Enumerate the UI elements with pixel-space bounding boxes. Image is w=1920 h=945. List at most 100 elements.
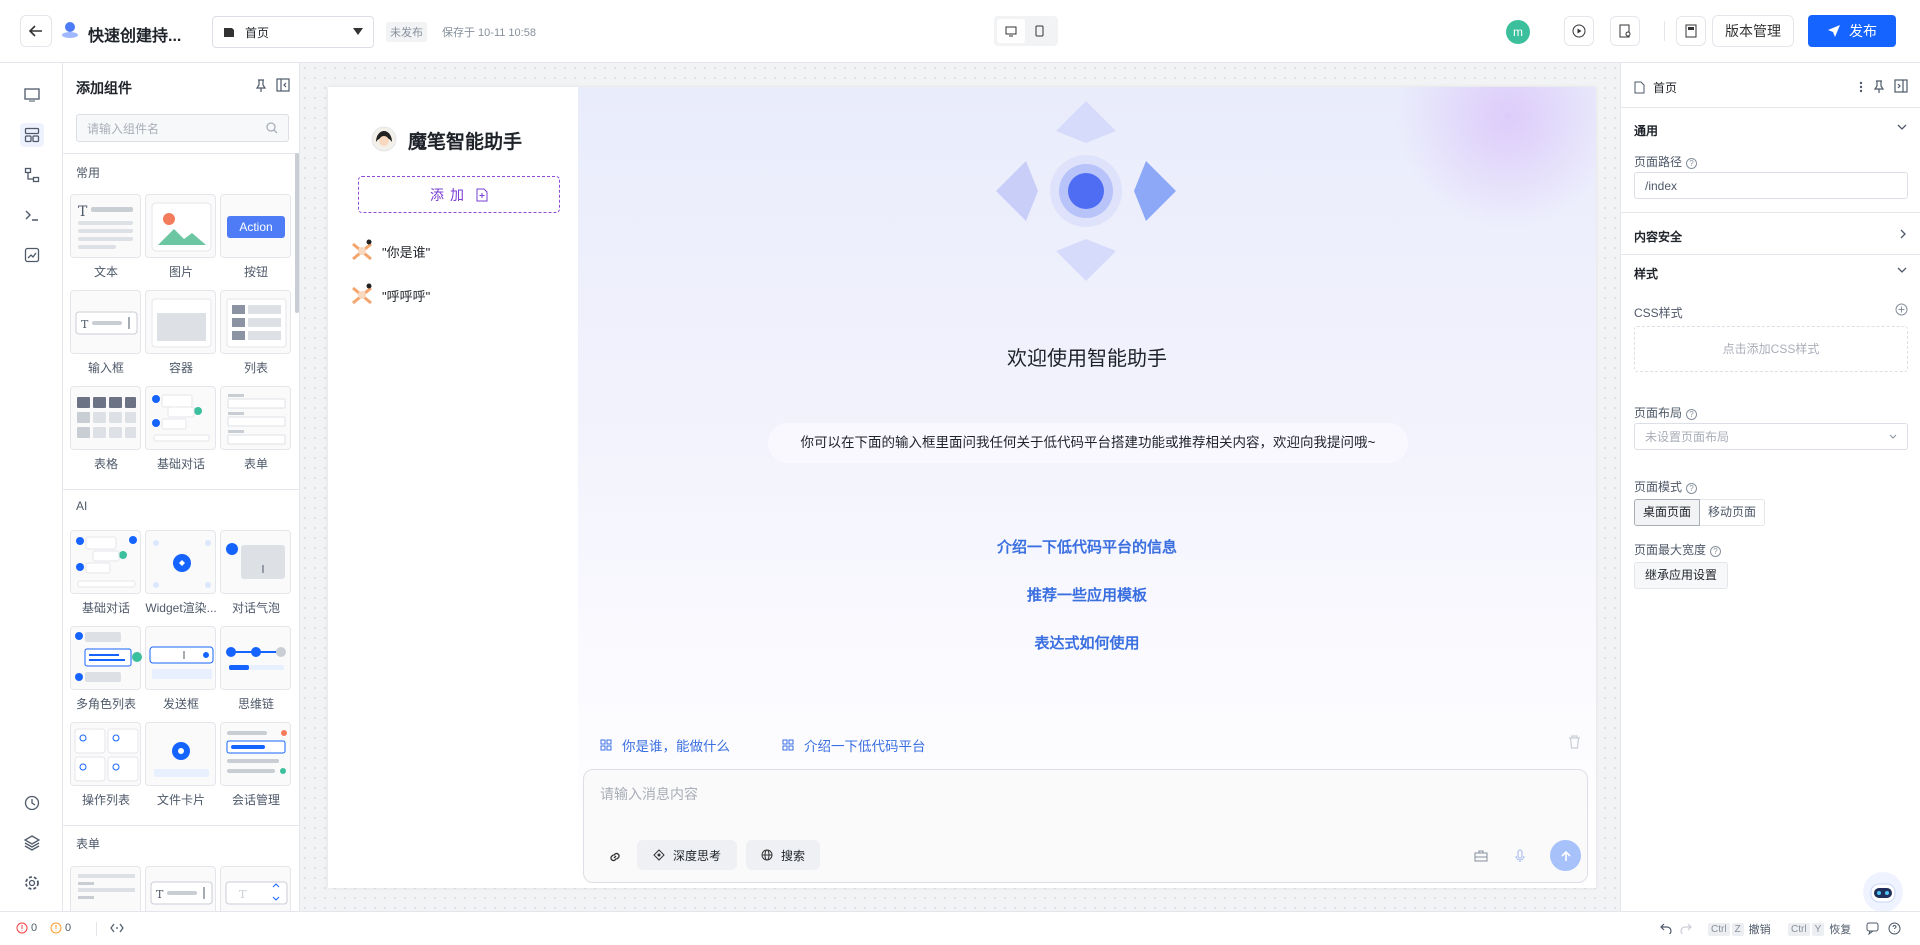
section-style[interactable]: 样式 (1634, 265, 1658, 282)
mobile-view-button[interactable] (1025, 19, 1053, 43)
component-card-table[interactable] (70, 386, 141, 450)
help-circle-icon[interactable] (1888, 922, 1901, 935)
suggestion-link[interactable]: 介绍一下低代码平台的信息 (578, 536, 1596, 557)
message-input[interactable]: 请输入消息内容 (600, 784, 1560, 804)
component-search[interactable]: 请输入组件名 (76, 114, 289, 142)
suggestion-link[interactable]: 表达式如何使用 (578, 632, 1596, 653)
component-card-action-list[interactable] (70, 722, 141, 786)
tree-icon[interactable] (20, 163, 44, 187)
component-card-form-list[interactable] (70, 866, 141, 911)
redo-icon[interactable] (1680, 923, 1692, 934)
component-label: 会话管理 (231, 793, 280, 807)
publish-button[interactable]: 发布 (1808, 15, 1896, 47)
undo-shortcut[interactable]: Ctrl Z 撤销 (1708, 921, 1771, 937)
microphone-icon[interactable] (1514, 849, 1526, 863)
more-icon[interactable] (1859, 81, 1863, 93)
component-card-ai-basic-chat[interactable] (70, 530, 141, 594)
page-path-input[interactable]: /index (1634, 172, 1908, 199)
component-card-multi-role-list[interactable] (70, 626, 142, 690)
log-button[interactable] (1610, 16, 1640, 46)
component-card-input[interactable]: T (70, 290, 141, 354)
history-icon[interactable] (20, 791, 44, 815)
add-css-area[interactable]: 点击添加CSS样式 (1634, 326, 1908, 372)
component-search-input[interactable]: 请输入组件名 (87, 120, 266, 137)
add-circle-icon[interactable] (1895, 303, 1908, 316)
help-icon[interactable]: ? (1686, 483, 1698, 494)
component-card-widget-render[interactable] (145, 530, 216, 594)
settings-icon[interactable] (20, 871, 44, 895)
preview-button[interactable] (1564, 16, 1594, 46)
send-message-button[interactable] (1550, 840, 1581, 871)
component-card-chat-bubble[interactable] (220, 530, 291, 594)
page-select[interactable]: 首页 (212, 16, 374, 48)
mode-desktop-option[interactable]: 桌面页面 (1634, 499, 1701, 526)
image-component-icon (151, 202, 212, 252)
save-button[interactable] (1676, 16, 1706, 46)
conversation-item[interactable]: "你是谁" (350, 239, 430, 263)
pages-icon[interactable] (20, 83, 44, 107)
section-general[interactable]: 通用 (1634, 122, 1658, 139)
welcome-title: 欢迎使用智能助手 (1007, 348, 1167, 370)
layers-icon[interactable] (20, 831, 44, 855)
quick-prompt-label: 你是谁，能做什么 (622, 739, 730, 754)
components-icon[interactable] (20, 123, 44, 147)
section-content-security[interactable]: 内容安全 (1634, 228, 1682, 245)
component-label: 思维链 (237, 697, 274, 711)
version-button[interactable]: 版本管理 (1712, 15, 1794, 47)
chevron-right-icon[interactable] (1900, 229, 1907, 239)
component-label: 对话气泡 (231, 601, 280, 615)
deep-think-button[interactable]: 深度思考 (637, 840, 737, 870)
help-icon[interactable]: ? (1710, 546, 1722, 557)
help-icon[interactable]: ? (1686, 158, 1698, 169)
pin-icon[interactable] (255, 79, 267, 93)
component-card-file-card[interactable] (145, 722, 216, 786)
attach-icon[interactable] (608, 850, 622, 864)
collapse-panel-icon[interactable] (1894, 79, 1908, 93)
quick-prompt[interactable]: 你是谁，能做什么 (600, 735, 730, 755)
toolbox-icon[interactable] (1474, 849, 1488, 863)
quick-prompt[interactable]: 介绍一下低代码平台 (782, 735, 926, 755)
component-card-number-input[interactable]: T (220, 866, 291, 911)
pin-icon[interactable] (1873, 80, 1885, 94)
error-status[interactable]: 0 (16, 922, 37, 934)
component-card-sender[interactable] (145, 626, 216, 690)
help-icon[interactable]: ? (1686, 409, 1698, 420)
undo-icon[interactable] (1660, 923, 1672, 934)
component-card-form-input[interactable]: T (145, 866, 216, 911)
comment-icon[interactable] (1866, 922, 1879, 935)
desktop-view-button[interactable] (997, 19, 1025, 43)
page-canvas[interactable]: 魔笔智能助手 添加 "你是谁" "呼呼呼" 欢迎使用智能助手 你可以在下面的输入… (328, 87, 1596, 888)
conversation-item[interactable]: "呼呼呼" (350, 283, 430, 307)
warning-status[interactable]: 0 (50, 922, 71, 934)
component-card-session-manager[interactable] (220, 722, 291, 786)
assistant-avatar-icon (371, 126, 397, 152)
collapse-panel-icon[interactable] (276, 78, 290, 92)
scrollbar[interactable] (295, 153, 299, 313)
component-card-container[interactable] (145, 290, 216, 354)
session-component-icon (226, 730, 287, 774)
code-braces-icon[interactable] (110, 923, 124, 933)
search-toggle-button[interactable]: 搜索 (746, 840, 820, 870)
chevron-down-icon[interactable] (1897, 124, 1907, 131)
component-card-image[interactable] (145, 194, 216, 258)
component-card-thought-chain[interactable] (220, 626, 291, 690)
suggestion-link[interactable]: 推荐一些应用模板 (578, 584, 1596, 605)
component-card-form[interactable] (220, 386, 291, 450)
mode-mobile-option[interactable]: 移动页面 (1700, 499, 1766, 526)
chevron-down-icon[interactable] (1897, 267, 1907, 274)
component-card-list[interactable] (220, 290, 291, 354)
component-card-basic-chat[interactable] (145, 386, 216, 450)
inherit-app-settings-button[interactable]: 继承应用设置 (1634, 562, 1729, 589)
add-conversation-button[interactable]: 添加 (358, 176, 560, 213)
user-avatar[interactable]: m (1506, 20, 1530, 44)
component-card-text[interactable]: T (70, 194, 141, 258)
terminal-icon[interactable] (20, 203, 44, 227)
component-card-button[interactable]: Action (220, 194, 291, 258)
chart-icon[interactable] (20, 243, 44, 267)
page-layout-select[interactable]: 未设置页面布局 (1634, 423, 1908, 450)
back-button[interactable] (20, 15, 52, 47)
clear-history-icon[interactable] (1568, 735, 1581, 749)
page-mode-label: 页面模式? (1634, 478, 1698, 495)
assistant-bot-icon[interactable] (1861, 870, 1905, 914)
redo-shortcut[interactable]: Ctrl Y 恢复 (1788, 921, 1851, 937)
